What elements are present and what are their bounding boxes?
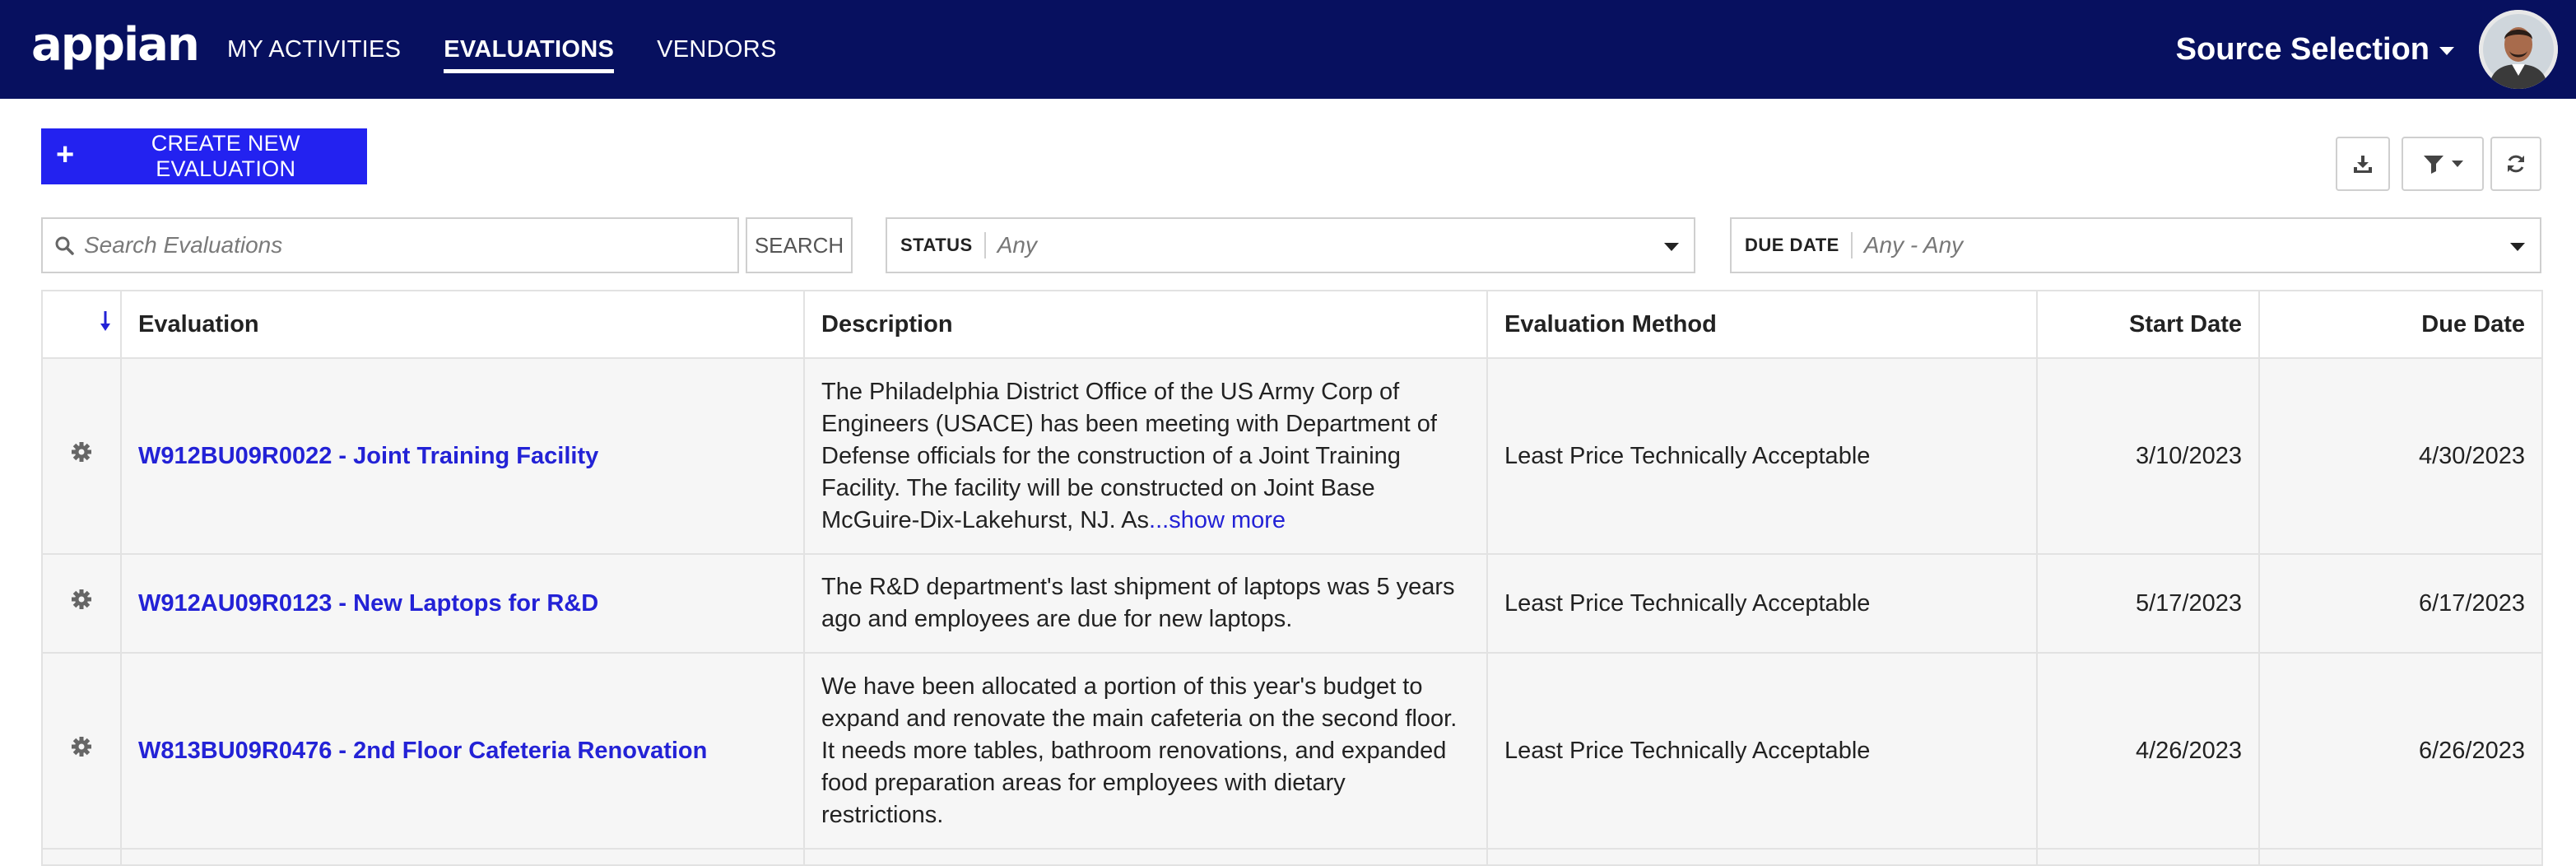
evaluations-grid: Evaluation Description Evaluation Method… (41, 290, 2543, 866)
table-cell (120, 848, 805, 866)
chevron-down-icon (1664, 243, 1679, 251)
table-cell (41, 848, 122, 866)
due-date-cell: 4/30/2023 (2258, 357, 2543, 555)
description-cell: We have been allocated a portion of this… (803, 652, 1488, 850)
description-text: The R&D department's last shipment of la… (821, 574, 1455, 632)
evaluation-cell: W912AU09R0123 - New Laptops for R&D (120, 553, 805, 654)
evaluation-link[interactable]: W912BU09R0022 - Joint Training Facility (138, 443, 598, 469)
due-date-filter-label: DUE DATE (1745, 235, 1839, 255)
description-text: We have been allocated a portion of this… (821, 673, 1458, 828)
description-cell: The R&D department's last shipment of la… (803, 553, 1488, 654)
status-filter-value: Any (997, 232, 1037, 258)
table-row: W912BU09R0022 - Joint Training Facility … (41, 357, 2543, 555)
evaluation-link[interactable]: W912AU09R0123 - New Laptops for R&D (138, 590, 598, 617)
nav-my-activities[interactable]: MY ACTIVITIES (227, 0, 401, 99)
top-navigation-bar: appian MY ACTIVITIES EVALUATIONS VENDORS… (0, 0, 2576, 99)
description-cell: The Philadelphia District Office of the … (803, 357, 1488, 555)
start-date-cell: 5/17/2023 (2036, 553, 2260, 654)
user-avatar[interactable] (2479, 10, 2558, 89)
column-header-evaluation-method[interactable]: Evaluation Method (1486, 290, 2038, 359)
plus-icon: + (56, 137, 75, 172)
create-new-evaluation-button[interactable]: + CREATE NEW EVALUATION (41, 128, 367, 184)
appian-logo[interactable]: appian (31, 18, 200, 72)
chevron-down-icon (2510, 243, 2525, 251)
start-date-cell: 4/26/2023 (2036, 652, 2260, 850)
search-input[interactable] (84, 232, 709, 258)
start-date-cell: 3/10/2023 (2036, 357, 2260, 555)
download-icon (2354, 156, 2372, 173)
search-button[interactable]: SEARCH (746, 217, 853, 273)
column-header-evaluation[interactable]: Evaluation (120, 290, 805, 359)
evaluation-cell: W813BU09R0476 - 2nd Floor Cafeteria Reno… (120, 652, 805, 850)
evaluation-method-cell: Least Price Technically Acceptable (1486, 357, 2038, 555)
due-date-filter-value: Any - Any (1863, 232, 1964, 258)
table-row: W912AU09R0123 - New Laptops for R&D The … (41, 553, 2543, 654)
gear-icon[interactable] (70, 588, 93, 611)
divider (983, 232, 986, 258)
due-date-filter-dropdown[interactable]: DUE DATE Any - Any (1730, 217, 2541, 273)
nav-vendors[interactable]: VENDORS (657, 0, 777, 99)
evaluation-link[interactable]: W813BU09R0476 - 2nd Floor Cafeteria Reno… (138, 738, 707, 764)
status-filter-dropdown[interactable]: STATUS Any (886, 217, 1695, 273)
app-switcher[interactable]: Source Selection (2176, 0, 2454, 99)
due-date-cell: 6/17/2023 (2258, 553, 2543, 654)
search-field (41, 217, 739, 273)
status-filter-label: STATUS (900, 235, 973, 255)
filter-icon (2424, 156, 2443, 174)
gear-icon[interactable] (70, 440, 93, 463)
create-button-label: CREATE NEW EVALUATION (151, 131, 300, 181)
refresh-button[interactable] (2490, 137, 2541, 191)
refresh-icon (2508, 155, 2524, 173)
due-date-cell: 6/26/2023 (2258, 652, 2543, 850)
chevron-down-icon (2439, 47, 2454, 55)
show-more-link[interactable]: ...show more (1149, 507, 1286, 533)
table-cell (2258, 848, 2543, 866)
main-nav: MY ACTIVITIES EVALUATIONS VENDORS (227, 0, 820, 99)
filter-menu-button[interactable] (2402, 137, 2484, 191)
description-text: The Philadelphia District Office of the … (821, 378, 1437, 533)
evaluation-cell: W912BU09R0022 - Joint Training Facility (120, 357, 805, 555)
table-cell (1486, 848, 2038, 866)
nav-evaluations[interactable]: EVALUATIONS (444, 0, 614, 99)
gear-icon[interactable] (70, 735, 93, 758)
search-icon (55, 236, 74, 255)
chevron-down-icon (2452, 161, 2463, 167)
export-button[interactable] (2336, 137, 2390, 191)
evaluation-method-cell: Least Price Technically Acceptable (1486, 652, 2038, 850)
table-header-row: Evaluation Description Evaluation Method… (41, 290, 2543, 359)
table-cell (2036, 848, 2260, 866)
column-header-start-date[interactable]: Start Date (2036, 290, 2260, 359)
row-actions-cell (41, 553, 122, 654)
table-row: W813BU09R0476 - 2nd Floor Cafeteria Reno… (41, 652, 2543, 850)
row-actions-cell (41, 357, 122, 555)
table-cell (803, 848, 1488, 866)
sort-descending-icon (100, 311, 110, 331)
sort-column-header[interactable] (41, 290, 122, 359)
divider (1850, 232, 1853, 258)
app-name: Source Selection (2175, 31, 2430, 67)
row-actions-cell (41, 652, 122, 850)
table-row (41, 848, 2543, 866)
column-header-due-date[interactable]: Due Date (2258, 290, 2543, 359)
evaluation-method-cell: Least Price Technically Acceptable (1486, 553, 2038, 654)
column-header-description[interactable]: Description (803, 290, 1488, 359)
